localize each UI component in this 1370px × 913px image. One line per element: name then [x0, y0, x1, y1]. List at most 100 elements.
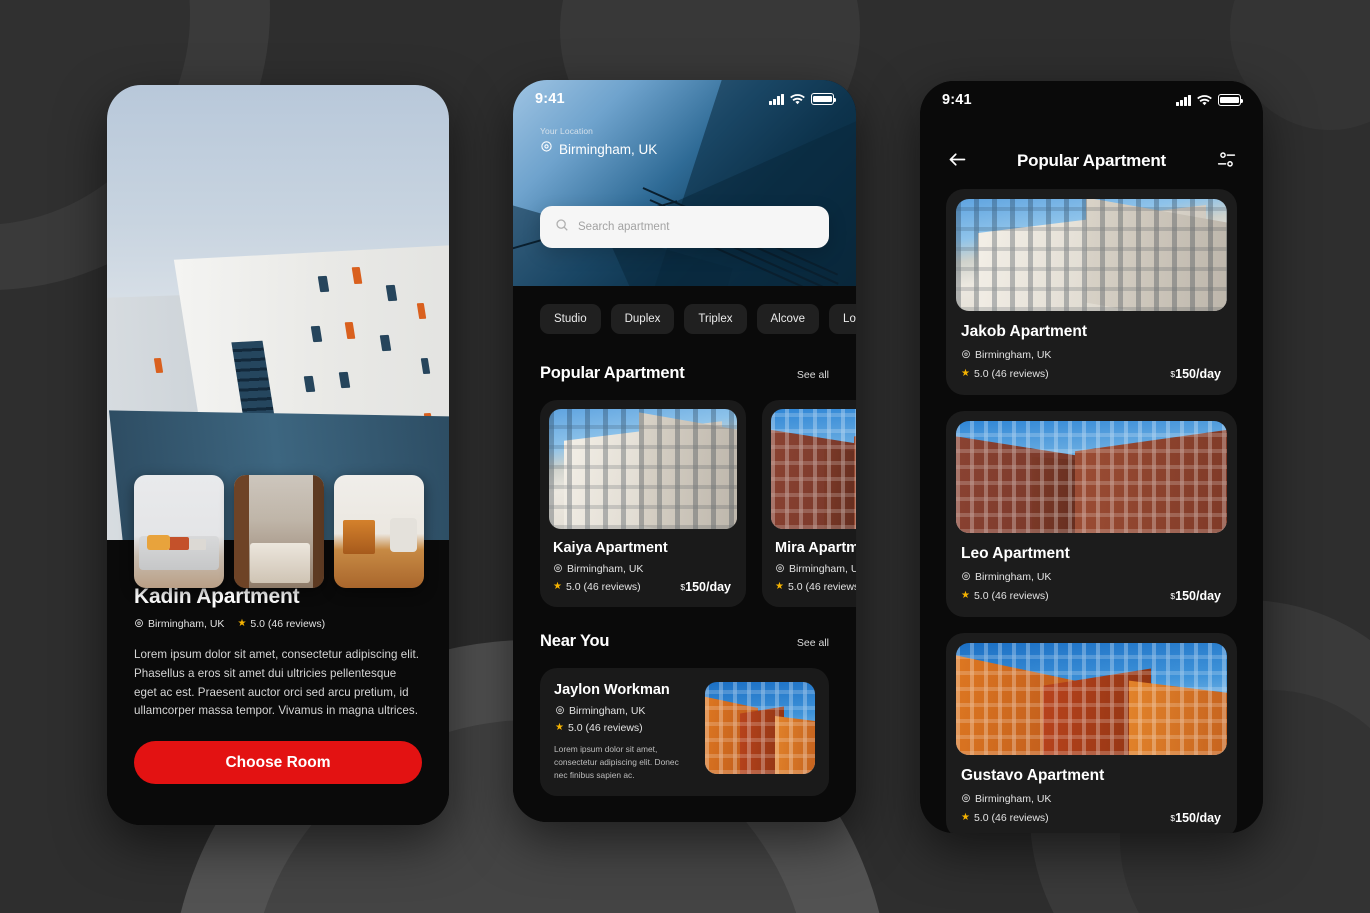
- thumbnail-gallery[interactable]: [134, 475, 424, 588]
- page-title: Popular Apartment: [1017, 151, 1166, 170]
- status-bar-2: 9:41: [513, 80, 856, 118]
- apartment-image: [956, 199, 1227, 311]
- rating-meta: ★ 5.0 (46 reviews): [237, 618, 325, 630]
- location-pin-icon: [775, 564, 785, 574]
- status-bar-3: 9:41: [920, 81, 1263, 119]
- apartment-meta: Birmingham, UK ★ 5.0 (46 reviews): [555, 705, 693, 734]
- apartment-meta: Birmingham, UK ★ 5.0 (46 reviews) $150/d…: [775, 563, 856, 594]
- rating-meta: ★ 5.0 (46 reviews): [553, 581, 641, 593]
- see-all-link-near[interactable]: See all: [797, 637, 829, 649]
- apartment-image: [956, 421, 1227, 533]
- location-value-row[interactable]: Birmingham, UK: [540, 141, 657, 157]
- category-chip-row[interactable]: StudioDuplexTriplexAlcoveLoftCondo: [513, 304, 856, 334]
- star-icon: ★: [553, 581, 562, 592]
- star-icon: ★: [961, 590, 970, 601]
- apartment-name: Jakob Apartment: [961, 323, 1088, 340]
- status-time: 9:41: [942, 92, 972, 108]
- popular-card-carousel[interactable]: Kaiya Apartment Birmingham, UK ★ 5.0 (46…: [513, 383, 856, 607]
- location-text: Birmingham, UK: [975, 571, 1052, 583]
- arrow-left-icon: [947, 149, 968, 173]
- price-label: $150/day: [1170, 811, 1221, 825]
- apartment-meta: Birmingham, UK ★ 5.0 (46 reviews) $150/d…: [553, 563, 737, 594]
- price-value: 150/day: [1175, 589, 1221, 603]
- location-meta: Birmingham, UK: [134, 618, 224, 630]
- location-value-text: Birmingham, UK: [559, 141, 658, 157]
- location-pin-icon: [961, 350, 971, 360]
- rating-text: 5.0 (46 reviews): [567, 722, 643, 734]
- back-button[interactable]: [944, 148, 970, 174]
- phone-mockup-list: 9:41 Popular Apartment Jakob Apartment B…: [920, 81, 1263, 833]
- apartment-name: Leo Apartment: [961, 545, 1070, 562]
- location-text: Birmingham, UK: [975, 793, 1052, 805]
- filter-button[interactable]: [1213, 148, 1239, 174]
- wifi-icon: [790, 93, 805, 105]
- rating-meta: ★ 5.0 (46 reviews): [775, 581, 856, 593]
- status-icons: [1176, 94, 1244, 106]
- phone-mockup-home: 9:41 Your Location Birmingham, UK Search…: [513, 80, 856, 822]
- section-header-popular: Popular Apartment See all: [513, 364, 856, 383]
- location-block[interactable]: Your Location Birmingham, UK: [540, 126, 657, 157]
- section-title: Popular Apartment: [540, 364, 685, 382]
- thumbnail-lounge[interactable]: [334, 475, 424, 588]
- category-chip-loft[interactable]: Loft: [829, 304, 856, 334]
- search-icon: [555, 218, 569, 237]
- rating-text: 5.0 (46 reviews): [973, 590, 1049, 602]
- location-pin-icon: [961, 572, 971, 582]
- apartment-list[interactable]: Jakob Apartment Birmingham, UK ★ 5.0 (46…: [920, 189, 1263, 833]
- near-you-card[interactable]: Jaylon Workman Birmingham, UK ★ 5.0 (46 …: [540, 668, 829, 797]
- section-title: Near You: [540, 632, 610, 650]
- category-chip-duplex[interactable]: Duplex: [610, 304, 675, 334]
- apartment-meta: Birmingham, UK ★ 5.0 (46 reviews) $150/d…: [961, 571, 1227, 603]
- location-text: Birmingham, UK: [975, 349, 1052, 361]
- rating-text: 5.0 (46 reviews): [787, 581, 856, 593]
- location-pin-icon: [961, 794, 971, 804]
- hero-image: [107, 85, 449, 540]
- search-input[interactable]: [578, 221, 814, 233]
- category-chip-studio[interactable]: Studio: [540, 304, 601, 334]
- category-chip-triplex[interactable]: Triplex: [684, 304, 747, 334]
- price-value: 150/day: [685, 580, 731, 594]
- top-navigation-bar: Popular Apartment: [920, 139, 1263, 183]
- battery-icon: [811, 93, 837, 105]
- location-meta: Birmingham, UK: [553, 563, 737, 575]
- price-value: 150/day: [1175, 811, 1221, 825]
- apartment-image: [705, 682, 815, 774]
- screenshot-canvas: Kadin Apartment Birmingham, UK ★ 5.0 (46…: [0, 0, 1370, 913]
- rating-meta: ★ 5.0 (46 reviews): [961, 812, 1049, 824]
- apartment-name: Mira Apartment: [775, 540, 856, 556]
- choose-room-button[interactable]: Choose Room: [134, 741, 422, 784]
- apartment-card[interactable]: Mira Apartment Birmingham, UK: [762, 400, 856, 607]
- search-bar[interactable]: [540, 206, 829, 248]
- star-icon: ★: [961, 368, 970, 379]
- apartment-meta: Birmingham, UK ★ 5.0 (46 reviews) $150/d…: [961, 349, 1227, 381]
- apartment-card[interactable]: Leo Apartment Birmingham, UK ★ 5.0 (46 r…: [946, 411, 1237, 617]
- section-header-near: Near You See all: [513, 632, 856, 651]
- thumbnail-bedroom[interactable]: [234, 475, 324, 588]
- status-time: 9:41: [535, 91, 565, 107]
- rating-text: 5.0 (46 reviews): [973, 368, 1049, 380]
- star-icon: ★: [555, 722, 564, 733]
- apartment-card[interactable]: Jakob Apartment Birmingham, UK ★ 5.0 (46…: [946, 189, 1237, 395]
- apartment-card[interactable]: Gustavo Apartment Birmingham, UK ★ 5.0 (…: [946, 633, 1237, 833]
- page-title: Kadin Apartment: [134, 585, 300, 608]
- rating-text: 5.0 (46 reviews): [973, 812, 1049, 824]
- apartment-description: Lorem ipsum dolor sit amet, consectetur …: [554, 744, 679, 781]
- apartment-card[interactable]: Kaiya Apartment Birmingham, UK ★ 5.0 (46…: [540, 400, 746, 607]
- battery-icon: [1218, 94, 1244, 106]
- apartment-name: Jaylon Workman: [554, 682, 670, 698]
- rating-meta: ★ 5.0 (46 reviews): [961, 590, 1049, 602]
- star-icon: ★: [237, 618, 247, 629]
- location-text: Birmingham, UK: [789, 563, 856, 575]
- wifi-icon: [1197, 94, 1212, 106]
- apartment-detail-screen: Kadin Apartment Birmingham, UK ★ 5.0 (46…: [107, 85, 449, 825]
- status-icons: [769, 93, 837, 105]
- description-text: Lorem ipsum dolor sit amet, consectetur …: [134, 648, 420, 718]
- location-pin-icon: [555, 706, 565, 716]
- see-all-link-popular[interactable]: See all: [797, 369, 829, 381]
- location-meta: Birmingham, UK: [961, 349, 1227, 361]
- category-chip-alcove[interactable]: Alcove: [756, 304, 820, 334]
- filter-sliders-icon: [1216, 149, 1237, 173]
- thumbnail-living-room[interactable]: [134, 475, 224, 588]
- rating-text: 5.0 (46 reviews): [565, 581, 641, 593]
- popular-apartment-list-screen: 9:41 Popular Apartment Jakob Apartment B…: [920, 81, 1263, 833]
